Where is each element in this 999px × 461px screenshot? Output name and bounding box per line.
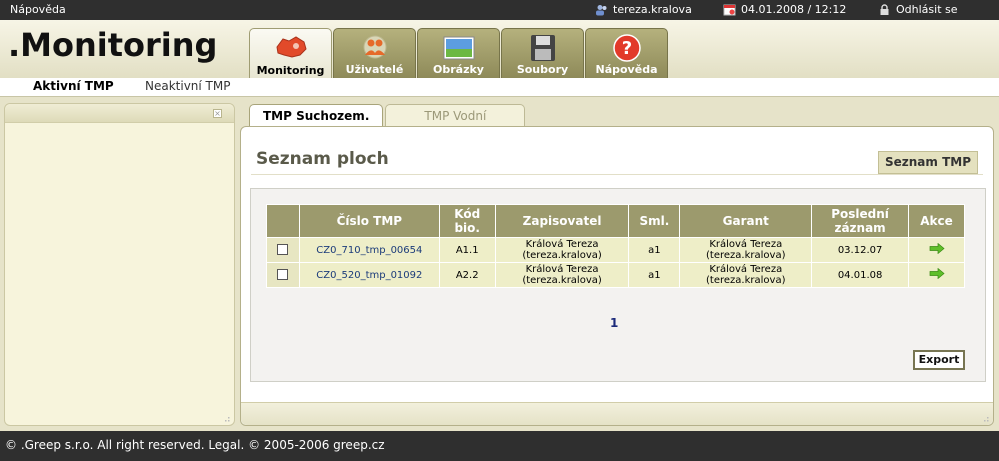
tab-tmp-vodni[interactable]: TMP Vodní (385, 104, 526, 126)
row-select-cell (266, 237, 300, 263)
calendar-icon (723, 4, 736, 15)
col-select (266, 204, 300, 238)
tmp-link[interactable]: CZ0_710_tmp_00654 (298, 237, 440, 263)
copyright-text: © .Greep s.r.o. All right reserved. Lega… (5, 438, 385, 452)
resize-grip-icon[interactable] (222, 414, 230, 422)
collapse-icon[interactable]: × (213, 109, 222, 118)
kod-bio-cell: A2.2 (438, 262, 496, 288)
row-checkbox[interactable] (277, 269, 289, 281)
left-panel-header: × (5, 104, 234, 123)
sub-navigation: Aktivní TMP Neaktivní TMP (0, 78, 999, 97)
col-garant[interactable]: Garant (679, 204, 813, 238)
tmp-link[interactable]: CZ0_520_tmp_01092 (298, 262, 440, 288)
export-button[interactable]: Export (913, 350, 965, 370)
users-icon (363, 35, 386, 59)
row-select-cell (266, 262, 300, 288)
posledni-cell: 03.12.07 (811, 237, 910, 263)
zapisovatel-cell: Králová Tereza (tereza.kralova) (494, 237, 630, 263)
user-icon (596, 4, 607, 15)
tmp-table: Číslo TMP Kód bio. Zapisovatel Sml. Gara… (266, 204, 965, 288)
col-kod-bio[interactable]: Kód bio. (438, 204, 496, 238)
col-cislo-tmp[interactable]: Číslo TMP (298, 204, 440, 238)
col-sml[interactable]: Sml. (628, 204, 681, 238)
row-checkbox[interactable] (277, 244, 289, 256)
logout-label: Odhlásit se (896, 3, 958, 16)
tab-monitoring[interactable]: Monitoring (249, 28, 332, 78)
sub-tabs: TMP Suchozem. TMP Vodní (249, 104, 526, 127)
content-area: Číslo TMP Kód bio. Zapisovatel Sml. Gara… (250, 188, 986, 382)
seznam-tmp-button[interactable]: Seznam TMP (877, 151, 978, 174)
left-panel: × (4, 103, 235, 426)
arrow-right-icon[interactable] (929, 268, 945, 279)
tab-label: Nápověda (595, 63, 658, 76)
top-bar: Nápověda tereza.kralova 04.01.2008 / 12:… (0, 0, 999, 20)
main-tabs: Monitoring Uživatelé Obrázky Soubory ? N… (249, 28, 668, 78)
title-divider (251, 174, 983, 175)
image-icon (443, 36, 474, 60)
username: tereza.kralova (613, 3, 692, 16)
table-row: CZ0_520_tmp_01092 A2.2 Králová Tereza (t… (266, 262, 965, 288)
tab-images[interactable]: Obrázky (417, 28, 500, 78)
subnav-inactive-tmp[interactable]: Neaktivní TMP (145, 79, 230, 93)
col-zapisovatel[interactable]: Zapisovatel (494, 204, 630, 238)
subnav-active-tmp[interactable]: Aktivní TMP (33, 79, 114, 93)
posledni-cell: 04.01.08 (811, 262, 910, 288)
kod-bio-cell: A1.1 (438, 237, 496, 263)
tab-label: Uživatelé (345, 63, 404, 76)
datetime-indicator: 04.01.2008 / 12:12 (723, 3, 846, 16)
header: .Monitoring Monitoring Uživatelé Obrázky (0, 20, 999, 78)
garant-cell: Králová Tereza (tereza.kralova) (679, 262, 813, 288)
akce-cell (908, 237, 965, 263)
lock-icon (880, 3, 889, 15)
main-panel-footer (241, 402, 993, 425)
page-number[interactable]: 1 (610, 316, 618, 330)
app-logo: .Monitoring (8, 26, 218, 64)
col-posledni-zaznam[interactable]: Poslední záznam (811, 204, 910, 238)
sml-cell: a1 (628, 262, 681, 288)
table-row: CZ0_710_tmp_00654 A1.1 Králová Tereza (t… (266, 237, 965, 263)
logout-link[interactable]: Odhlásit se (878, 3, 958, 16)
help-icon: ? (612, 34, 641, 62)
footer: © .Greep s.r.o. All right reserved. Lega… (0, 431, 999, 461)
tab-label: Monitoring (256, 64, 325, 77)
tab-label: Soubory (516, 63, 569, 76)
col-akce: Akce (908, 204, 965, 238)
svg-text:?: ? (621, 38, 631, 59)
main-panel: Seznam ploch Seznam TMP Číslo TMP Kód bi… (240, 126, 994, 426)
tab-help[interactable]: ? Nápověda (585, 28, 668, 78)
table-header-row: Číslo TMP Kód bio. Zapisovatel Sml. Gara… (266, 204, 965, 238)
map-icon (275, 36, 307, 58)
garant-cell: Králová Tereza (tereza.kralova) (679, 237, 813, 263)
arrow-right-icon[interactable] (929, 243, 945, 254)
help-link[interactable]: Nápověda (10, 3, 66, 16)
floppy-icon (530, 35, 555, 61)
tab-tmp-suchozem[interactable]: TMP Suchozem. (249, 104, 384, 127)
datetime: 04.01.2008 / 12:12 (741, 3, 847, 16)
page-title: Seznam ploch (256, 149, 389, 169)
sml-cell: a1 (628, 237, 681, 263)
user-indicator: tereza.kralova (595, 3, 692, 16)
tab-label: Obrázky (433, 63, 484, 76)
akce-cell (908, 262, 965, 288)
tab-users[interactable]: Uživatelé (333, 28, 416, 78)
resize-grip-icon[interactable] (981, 414, 989, 422)
zapisovatel-cell: Králová Tereza (tereza.kralova) (494, 262, 630, 288)
tab-files[interactable]: Soubory (501, 28, 584, 78)
